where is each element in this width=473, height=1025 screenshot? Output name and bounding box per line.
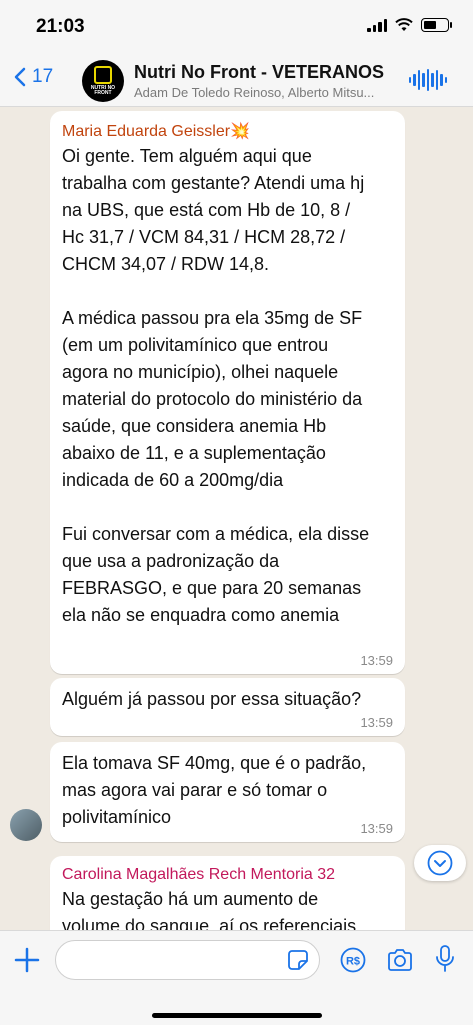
message-time: 13:59 <box>360 653 393 668</box>
scroll-to-bottom-button[interactable] <box>414 845 466 881</box>
chat-title-block[interactable]: Nutri No Front - VETERANOS Adam De Toled… <box>134 62 404 100</box>
home-indicator <box>152 1013 322 1018</box>
message-text: Alguém já passou por essa situação? <box>62 689 362 709</box>
svg-text:R$: R$ <box>346 956 360 968</box>
camera-icon[interactable] <box>386 947 414 973</box>
chevron-left-icon <box>14 67 26 87</box>
signal-icon <box>367 18 387 32</box>
status-time: 21:03 <box>36 16 85 37</box>
message-sender[interactable]: Maria Eduarda Geissler💥 <box>50 111 405 141</box>
sticker-icon[interactable] <box>287 949 309 971</box>
back-unread-count: 17 <box>32 66 54 87</box>
status-icons <box>367 18 452 32</box>
wifi-icon <box>395 18 413 31</box>
group-logo-icon <box>94 66 112 84</box>
chat-area[interactable]: Maria Eduarda Geissler💥 Oi gente. Tem al… <box>0 107 473 930</box>
chat-title: Nutri No Front - VETERANOS <box>134 62 384 82</box>
group-logo-text: NUTRI NO FRONT <box>90 85 116 96</box>
battery-icon <box>421 18 452 32</box>
sender-avatar[interactable] <box>10 809 42 841</box>
message-time: 13:59 <box>360 715 393 730</box>
chevron-down-icon <box>427 850 453 876</box>
voice-chat-icon[interactable] <box>408 68 447 92</box>
back-button[interactable]: 17 <box>14 66 53 88</box>
message-time: 13:59 <box>360 821 393 836</box>
chat-participants: Adam De Toledo Reinoso, Alberto Mitsu... <box>134 85 375 100</box>
group-avatar[interactable]: NUTRI NO FRONT <box>82 60 124 102</box>
message-sender[interactable]: Carolina Magalhães Rech Mentoria 32 <box>50 856 405 884</box>
compose-bar: R$ <box>0 930 473 1025</box>
payment-icon[interactable]: R$ <box>340 947 366 973</box>
status-bar: 21:03 <box>0 0 473 56</box>
message-input[interactable] <box>55 940 320 980</box>
plus-icon[interactable] <box>14 947 40 973</box>
chat-header: 17 NUTRI NO FRONT Nutri No Front - VETER… <box>0 56 473 107</box>
microphone-icon[interactable] <box>434 944 456 974</box>
message-text: Oi gente. Tem alguém aqui que trabalha c… <box>62 146 370 625</box>
message-bubble[interactable]: Ela tomava SF 40mg, que é o padrão, mas … <box>50 742 405 842</box>
message-bubble[interactable]: Carolina Magalhães Rech Mentoria 32 Na g… <box>50 856 405 930</box>
message-text: Ela tomava SF 40mg, que é o padrão, mas … <box>62 753 367 827</box>
message-bubble[interactable]: Alguém já passou por essa situação? 13:5… <box>50 678 405 736</box>
message-text: Na gestação há um aumento de volume do s… <box>62 889 357 930</box>
message-bubble[interactable]: Maria Eduarda Geissler💥 Oi gente. Tem al… <box>50 111 405 674</box>
